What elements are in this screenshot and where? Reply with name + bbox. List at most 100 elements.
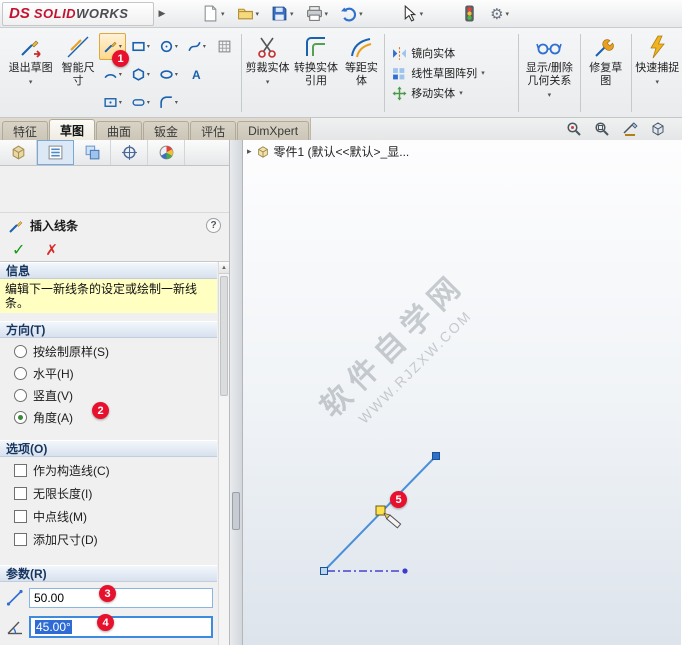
center-rectangle-tool-button[interactable]: ▾ bbox=[99, 89, 126, 116]
slot-tool-button[interactable]: ▾ bbox=[127, 89, 154, 116]
open-document-button[interactable]: ▾ bbox=[233, 3, 264, 24]
sketch-canvas[interactable] bbox=[243, 140, 681, 645]
tab-features[interactable]: 特征 bbox=[2, 121, 49, 140]
panel-splitter[interactable] bbox=[230, 140, 243, 645]
smart-dimension-button[interactable]: 智能尺寸 bbox=[57, 31, 99, 115]
dropdown-icon: ▾ bbox=[655, 79, 660, 86]
pattern-tools-group: 镜向实体 线性草图阵列 ▾ 移动实体 ▾ bbox=[388, 31, 515, 115]
convert-entities-button[interactable]: 转换实体引用 bbox=[290, 31, 341, 115]
line-start-point[interactable] bbox=[320, 567, 328, 575]
panel-scrollbar[interactable]: ▲ bbox=[218, 262, 229, 645]
new-document-icon bbox=[204, 5, 217, 22]
linear-pattern-button[interactable]: 线性草图阵列 ▾ bbox=[392, 65, 511, 81]
quick-snaps-button[interactable]: 快速捕捉 ▾ bbox=[635, 31, 680, 115]
parameters-group-header[interactable]: 参数(R) bbox=[0, 565, 217, 582]
checkbox-icon bbox=[14, 510, 27, 523]
save-button[interactable]: ▾ bbox=[267, 3, 298, 24]
dropdown-icon: ▾ bbox=[202, 44, 206, 50]
radio-icon bbox=[14, 388, 27, 402]
dropdown-icon: ▾ bbox=[118, 44, 122, 50]
tab-sketch[interactable]: 草图 bbox=[49, 119, 96, 140]
solidworks-logo: DS SOLIDWORKS bbox=[2, 1, 154, 26]
radio-horizontal[interactable]: 水平(H) bbox=[0, 362, 217, 384]
mirror-entities-icon bbox=[393, 46, 407, 60]
dropdown-icon: ▾ bbox=[174, 72, 178, 78]
configuration-manager-tab[interactable] bbox=[74, 140, 111, 165]
performance-button[interactable] bbox=[457, 3, 482, 24]
radio-as-sketched[interactable]: 按绘制原样(S) bbox=[0, 340, 217, 362]
ellipse-tool-icon bbox=[160, 70, 173, 79]
property-manager-tab[interactable] bbox=[37, 140, 74, 165]
direction-group-header[interactable]: 方向(T) bbox=[0, 321, 217, 338]
checkbox-midpoint-line[interactable]: 中点线(M) bbox=[0, 505, 217, 528]
insert-line-icon bbox=[9, 220, 23, 233]
zoom-fit-button[interactable] bbox=[566, 121, 582, 137]
rectangle-tool-button[interactable]: ▾ bbox=[127, 33, 154, 60]
options-button[interactable]: ⚙ ▾ bbox=[486, 3, 513, 25]
move-entities-icon bbox=[392, 86, 407, 100]
tab-evaluate[interactable]: 评估 bbox=[190, 121, 237, 140]
mirror-entities-button[interactable]: 镜向实体 bbox=[392, 45, 511, 61]
repair-sketch-button[interactable]: 修复草图 bbox=[584, 31, 627, 115]
splitter-handle[interactable] bbox=[232, 492, 240, 530]
property-manager-header: 插入线条 ? bbox=[0, 212, 229, 238]
select-tool-button[interactable]: ▾ bbox=[397, 3, 428, 24]
relations-glasses-icon bbox=[536, 43, 563, 55]
checkbox-icon bbox=[14, 464, 27, 477]
radio-label: 按绘制原样(S) bbox=[33, 344, 109, 359]
line-end-point[interactable] bbox=[432, 452, 440, 460]
help-button[interactable]: ? bbox=[206, 218, 221, 233]
angle-input[interactable]: 45.00° bbox=[29, 616, 213, 638]
direction-group: 按绘制原样(S) 水平(H) 竖直(V) 角度(A) bbox=[0, 338, 217, 432]
checkbox-add-dimensions[interactable]: 添加尺寸(D) bbox=[0, 528, 217, 551]
display-delete-relations-button[interactable]: 显示/删除几何关系 ▾ bbox=[522, 31, 577, 115]
scrollbar-thumb[interactable] bbox=[220, 276, 228, 396]
checkbox-icon bbox=[14, 487, 27, 500]
tab-dimxpert[interactable]: DimXpert bbox=[237, 121, 310, 140]
feature-manager-tab[interactable] bbox=[0, 140, 37, 165]
linear-pattern-icon bbox=[393, 67, 405, 79]
step-badge-5: 5 bbox=[390, 491, 407, 508]
menu-expand-arrow[interactable]: ▶ bbox=[154, 2, 170, 26]
radio-vertical[interactable]: 竖直(V) bbox=[0, 384, 217, 406]
tab-sheet-metal[interactable]: 钣金 bbox=[143, 121, 190, 140]
section-view-button[interactable] bbox=[622, 121, 638, 137]
property-manager-content: 信息 编辑下一新线条的设定或绘制一新线条。 方向(T) 按绘制原样(S) 水平(… bbox=[0, 262, 229, 645]
new-document-button[interactable]: ▾ bbox=[198, 3, 229, 24]
offset-entities-button[interactable]: 等距实体 bbox=[342, 31, 382, 115]
polygon-tool-button[interactable]: ▾ bbox=[127, 61, 154, 88]
trim-entities-button[interactable]: 剪裁实体 ▾ bbox=[245, 31, 290, 115]
save-icon bbox=[272, 6, 287, 21]
step-badge-2: 2 bbox=[92, 402, 109, 419]
scrollbar-up-icon[interactable]: ▲ bbox=[219, 262, 229, 274]
circle-tool-button[interactable]: ▾ bbox=[155, 33, 182, 60]
zoom-area-button[interactable] bbox=[594, 121, 610, 137]
dimxpert-manager-tab[interactable] bbox=[111, 140, 148, 165]
ok-button[interactable]: ✓ bbox=[12, 240, 25, 260]
offset-entities-label: 等距实体 bbox=[344, 62, 378, 87]
tab-surfaces[interactable]: 曲面 bbox=[96, 121, 143, 140]
dropdown-icon: ▾ bbox=[459, 90, 463, 97]
cancel-button[interactable]: ✗ bbox=[45, 241, 58, 259]
smart-dimension-icon bbox=[67, 36, 89, 58]
sketch-picture-button[interactable] bbox=[211, 33, 238, 60]
sketch-text-button[interactable]: A bbox=[183, 61, 210, 88]
message-group-header[interactable]: 信息 bbox=[0, 262, 217, 279]
fillet-tool-button[interactable]: ▾ bbox=[155, 89, 182, 116]
graphics-viewport[interactable]: 软件自学网 WWW.RJZXW.COM ▸ 零件1 (默认<<默认>_显... bbox=[243, 140, 681, 645]
display-manager-tab[interactable] bbox=[148, 140, 185, 165]
convert-entities-icon bbox=[305, 37, 325, 56]
view-orientation-button[interactable] bbox=[650, 121, 666, 137]
spline-tool-button[interactable]: ▾ bbox=[183, 33, 210, 60]
undo-button[interactable]: ▾ bbox=[336, 3, 367, 24]
options-group-header[interactable]: 选项(O) bbox=[0, 440, 217, 457]
print-button[interactable]: ▾ bbox=[302, 3, 333, 24]
logo-text-solid: SOLID bbox=[33, 6, 77, 21]
move-entities-button[interactable]: 移动实体 ▾ bbox=[392, 85, 511, 101]
checkbox-construction-line[interactable]: 作为构造线(C) bbox=[0, 459, 217, 482]
ellipse-tool-button[interactable]: ▾ bbox=[155, 61, 182, 88]
length-input[interactable]: 50.00 bbox=[29, 588, 213, 608]
dropdown-icon: ▾ bbox=[505, 10, 510, 18]
checkbox-infinite-length[interactable]: 无限长度(I) bbox=[0, 482, 217, 505]
exit-sketch-button[interactable]: 退出草图 ▾ bbox=[4, 31, 57, 115]
